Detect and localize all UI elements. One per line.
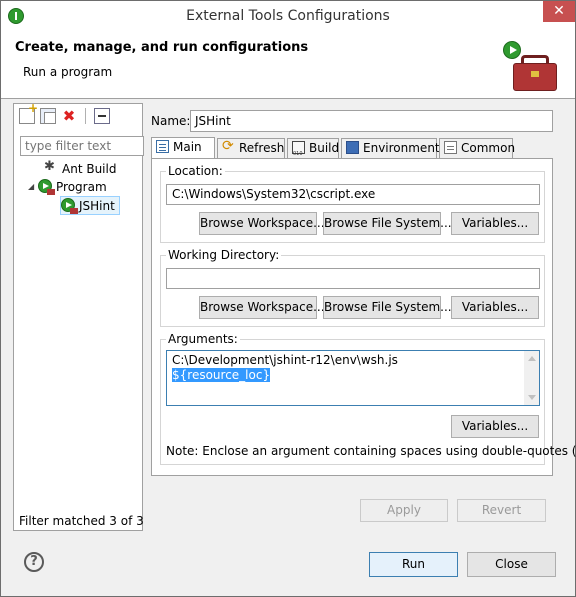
delete-icon[interactable]: ✖ <box>61 108 77 124</box>
arguments-line: C:\Development\jshint-r12\env\wsh.js <box>172 353 398 367</box>
new-config-icon[interactable] <box>19 101 38 124</box>
arguments-selected-text: ${resource_loc} <box>172 368 271 382</box>
location-label: Location: <box>166 164 225 178</box>
toolbox-run-icon <box>503 41 559 93</box>
tab-label: Environment <box>363 141 440 155</box>
ant-icon <box>44 158 58 176</box>
tab-main[interactable]: Main <box>151 137 215 159</box>
variables-button[interactable]: Variables... <box>451 296 539 319</box>
arguments-group: Arguments: C:\Development\jshint-r12\env… <box>160 332 576 465</box>
title-bar: External Tools Configurations ✕ <box>1 1 575 33</box>
arguments-variables-button[interactable]: Variables... <box>451 415 539 438</box>
common-icon <box>444 141 457 154</box>
location-field[interactable]: C:\Windows\System32\cscript.exe <box>166 184 540 205</box>
main-tab-icon <box>156 140 169 153</box>
scroll-up-icon <box>528 356 536 361</box>
toolbar-divider <box>85 108 86 124</box>
main-tab-panel: Location: C:\Windows\System32\cscript.ex… <box>151 158 576 476</box>
tree-item-ant-build[interactable]: Ant Build <box>44 158 117 178</box>
working-directory-group: Working Directory: Browse Workspace... B… <box>160 248 545 327</box>
collapse-all-icon[interactable] <box>94 108 110 124</box>
tree-toolbar: ✖ <box>14 101 142 130</box>
name-field[interactable]: JSHint <box>190 110 553 132</box>
help-icon[interactable]: ? <box>24 552 44 572</box>
tab-environment[interactable]: Environment <box>341 138 440 158</box>
tree-item-jshint[interactable]: JSHint <box>60 196 120 215</box>
location-group: Location: C:\Windows\System32\cscript.ex… <box>160 164 545 243</box>
tab-label: Common <box>461 141 516 155</box>
arguments-textarea[interactable]: C:\Development\jshint-r12\env\wsh.js ${r… <box>166 350 540 406</box>
browse-file-system-button[interactable]: Browse File System... <box>323 212 452 235</box>
scroll-down-icon <box>528 395 536 400</box>
arguments-note: Note: Enclose an argument containing spa… <box>166 444 576 458</box>
arguments-scrollbar[interactable] <box>524 351 539 405</box>
browse-workspace-button[interactable]: Browse Workspace... <box>199 212 325 235</box>
program-config-icon <box>61 198 78 214</box>
close-window-button[interactable]: ✕ <box>543 1 575 22</box>
expand-triangle-icon[interactable]: ◢ <box>28 178 38 196</box>
tree-item-label: Ant Build <box>62 162 117 176</box>
header-banner: Create, manage, and run configurations R… <box>1 33 575 99</box>
browse-workspace-button[interactable]: Browse Workspace... <box>199 296 325 319</box>
filter-status: Filter matched 3 of 3 items <box>19 514 143 528</box>
revert-button[interactable]: Revert <box>457 499 546 522</box>
tree-item-label: JSHint <box>79 199 115 213</box>
run-button[interactable]: Run <box>369 552 458 577</box>
tab-bar: Main Refresh Build Environment Common <box>151 137 553 163</box>
build-icon <box>292 141 305 163</box>
arguments-label: Arguments: <box>166 332 240 346</box>
duplicate-icon[interactable] <box>40 108 56 124</box>
banner-title: Create, manage, and run configurations <box>15 40 309 55</box>
refresh-icon <box>222 137 235 155</box>
close-button[interactable]: Close <box>467 552 556 577</box>
tab-label: Build <box>309 141 340 155</box>
filter-input[interactable] <box>20 136 144 156</box>
tab-label: Main <box>173 140 202 154</box>
program-icon <box>38 179 55 195</box>
variables-button[interactable]: Variables... <box>451 212 539 235</box>
configuration-tree-panel: ✖ Ant Build ◢ Program JSHint Filter match… <box>13 101 144 531</box>
name-label: Name: <box>151 114 191 128</box>
tab-common[interactable]: Common <box>439 138 516 158</box>
tab-refresh[interactable]: Refresh <box>217 137 285 158</box>
tab-build[interactable]: Build <box>287 138 340 163</box>
tree-item-label: Program <box>56 180 107 194</box>
banner-subtitle: Run a program <box>23 65 113 79</box>
working-directory-field[interactable] <box>166 268 540 289</box>
tab-label: Refresh <box>239 141 285 155</box>
dialog-window: External Tools Configurations ✕ Create, … <box>0 0 576 597</box>
environment-icon <box>346 141 359 154</box>
browse-file-system-button[interactable]: Browse File System... <box>323 296 452 319</box>
window-title: External Tools Configurations <box>186 8 390 24</box>
working-directory-label: Working Directory: <box>166 248 282 262</box>
tree-item-program[interactable]: ◢ Program <box>28 178 107 196</box>
apply-button[interactable]: Apply <box>360 499 448 522</box>
